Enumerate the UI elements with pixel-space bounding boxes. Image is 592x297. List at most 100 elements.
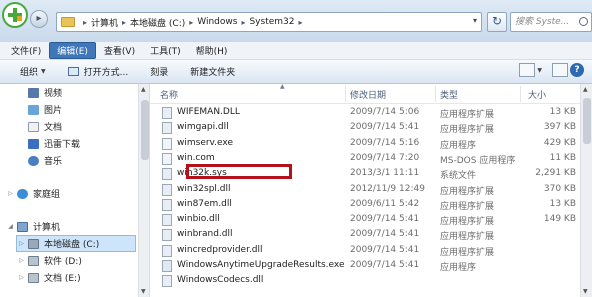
nav-item-music[interactable]: 音乐: [28, 152, 149, 169]
search-icon[interactable]: [579, 17, 588, 26]
chevron-right-icon[interactable]: ▸: [189, 18, 193, 27]
nav-item-drive-d[interactable]: ▷ 软件 (D:): [17, 252, 149, 269]
column-divider[interactable]: [520, 86, 521, 102]
expand-icon[interactable]: ▷: [6, 190, 15, 197]
nav-item-label: 文档: [44, 123, 63, 133]
nav-scrollbar[interactable]: ▲ ▼: [138, 84, 149, 297]
new-folder-label: 新建文件夹: [190, 68, 236, 78]
scroll-up-icon[interactable]: ▲: [141, 86, 146, 93]
column-name[interactable]: 名称: [160, 88, 178, 101]
file-name: winbrand.dll: [177, 229, 233, 240]
file-size: 397 KB: [543, 122, 576, 133]
drive-icon: [28, 255, 39, 266]
file-row[interactable]: win32spl.dll 2012/11/9 12:49 应用程序扩展 370 KB: [150, 183, 580, 198]
drive-icon: [28, 272, 39, 283]
scroll-down-icon[interactable]: ▼: [141, 288, 146, 295]
expand-icon[interactable]: ▷: [17, 240, 26, 247]
file-type: 应用程序扩展: [440, 110, 495, 120]
new-folder-button[interactable]: 新建文件夹: [190, 65, 235, 78]
nav-item-pictures[interactable]: 图片: [28, 101, 149, 118]
scrollbar-thumb[interactable]: [583, 98, 591, 144]
file-list-pane: 名称 ▲ 修改日期 类型 大小 WIFEMAN.DLL 2009/7/14 5:0…: [150, 84, 592, 297]
refresh-button[interactable]: ↻: [487, 12, 507, 32]
forward-button[interactable]: ▸: [30, 10, 48, 28]
menu-edit[interactable]: 编辑(E): [49, 42, 96, 59]
nav-item-videos[interactable]: 视频: [28, 84, 149, 101]
change-view-button[interactable]: [519, 63, 536, 77]
expand-icon[interactable]: ▷: [17, 274, 26, 281]
homegroup-icon: [17, 188, 28, 199]
file-list-scrollbar[interactable]: ▲ ▼: [580, 84, 592, 297]
scroll-up-icon[interactable]: ▲: [583, 86, 588, 93]
organize-label: 组织: [20, 68, 39, 78]
breadcrumb-windows[interactable]: Windows: [197, 17, 237, 27]
scrollbar-thumb[interactable]: [141, 100, 149, 160]
nav-item-label: 迅雷下载: [44, 140, 81, 150]
search-input[interactable]: 搜索 Syste...: [510, 12, 592, 32]
file-row[interactable]: WindowsAnytimeUpgradeResults.exe 2009/7/1…: [150, 259, 580, 274]
video-icon: [28, 87, 39, 98]
file-name: WindowsCodecs.dll: [177, 275, 264, 286]
column-size[interactable]: 大小: [528, 88, 546, 101]
breadcrumb-computer[interactable]: 计算机: [91, 16, 118, 29]
breadcrumb-system32[interactable]: System32: [249, 17, 294, 27]
nav-item-computer[interactable]: ◢ 计算机: [6, 218, 146, 235]
file-row[interactable]: WindowsCodecs.dll: [150, 274, 580, 289]
file-row[interactable]: wimserv.exe 2009/7/14 5:16 应用程序 429 KB: [150, 137, 580, 152]
column-divider[interactable]: [435, 86, 436, 102]
file-icon: [162, 183, 172, 196]
chevron-down-icon[interactable]: ▼: [537, 67, 542, 74]
chevron-right-icon: ▸: [83, 17, 88, 27]
file-row[interactable]: win87em.dll 2009/6/11 5:42 应用程序扩展 13 KB: [150, 198, 580, 213]
file-row[interactable]: winbrand.dll 2009/7/14 5:41 应用程序扩展: [150, 228, 580, 243]
help-icon[interactable]: ?: [570, 63, 584, 77]
nav-item-label: 软件 (D:): [44, 257, 82, 267]
file-name: win.com: [177, 152, 215, 163]
column-date[interactable]: 修改日期: [350, 88, 386, 101]
nav-item-thunder-download[interactable]: 迅雷下载: [28, 135, 149, 152]
chevron-right-icon[interactable]: ▸: [241, 18, 245, 27]
address-dropdown-icon[interactable]: ▾: [473, 16, 477, 25]
open-with-button[interactable]: 打开方式...: [67, 65, 128, 78]
nav-item-documents[interactable]: 文档: [28, 118, 149, 135]
nav-item-label: 图片: [44, 106, 63, 116]
nav-item-label: 视频: [44, 89, 63, 99]
collapse-icon[interactable]: ◢: [6, 223, 15, 230]
menu-file[interactable]: 文件(F): [4, 43, 48, 58]
file-date: 2009/7/14 7:20: [350, 152, 420, 163]
file-row[interactable]: wincredprovider.dll 2009/7/14 5:41 应用程序扩展: [150, 244, 580, 259]
breadcrumb-drive-c[interactable]: 本地磁盘 (C:): [130, 16, 185, 29]
file-icon: [162, 229, 172, 242]
computer-icon: [17, 221, 28, 232]
organize-button[interactable]: 组织 ▼: [20, 65, 46, 78]
column-divider[interactable]: [345, 86, 346, 102]
file-icon: [162, 107, 172, 119]
expand-icon[interactable]: ▷: [17, 257, 26, 264]
nav-item-drive-e[interactable]: ▷ 文档 (E:): [17, 269, 149, 286]
file-date: 2009/7/14 5:41: [350, 229, 420, 240]
chevron-right-icon[interactable]: ▸: [298, 18, 302, 27]
file-size: 11 KB: [549, 152, 576, 163]
column-type[interactable]: 类型: [440, 88, 458, 101]
burn-button[interactable]: 刻录: [150, 65, 168, 78]
file-row[interactable]: wimgapi.dll 2009/7/14 5:41 应用程序扩展 397 KB: [150, 121, 580, 136]
chevron-right-icon[interactable]: ▸: [122, 18, 126, 27]
nav-item-homegroup[interactable]: ▷ 家庭组: [6, 185, 146, 202]
menu-view[interactable]: 查看(V): [97, 43, 142, 58]
menu-help[interactable]: 帮助(H): [189, 43, 235, 58]
file-row[interactable]: winbio.dll 2009/7/14 5:41 应用程序扩展 149 KB: [150, 213, 580, 228]
menu-bar: 文件(F) 编辑(E) 查看(V) 工具(T) 帮助(H): [0, 42, 592, 60]
app-logo-icon: [2, 2, 28, 28]
file-date: 2012/11/9 12:49: [350, 183, 425, 194]
menu-tools[interactable]: 工具(T): [143, 43, 188, 58]
preview-pane-button[interactable]: [552, 63, 568, 77]
scroll-down-icon[interactable]: ▼: [583, 288, 588, 295]
file-type: MS-DOS 应用程序: [440, 155, 516, 166]
document-icon: [28, 121, 39, 132]
nav-item-drive-c[interactable]: ▷ 本地磁盘 (C:): [16, 235, 136, 252]
file-date: 2009/7/14 5:41: [350, 260, 420, 270]
file-row[interactable]: WIFEMAN.DLL 2009/7/14 5:06 应用程序扩展 13 KB: [150, 106, 580, 121]
file-icon: [162, 122, 172, 135]
file-date: 2009/7/14 5:06: [350, 107, 420, 117]
address-field[interactable]: ▸ 计算机 ▸ 本地磁盘 (C:) ▸ Windows ▸ System32 ▸…: [56, 12, 482, 32]
